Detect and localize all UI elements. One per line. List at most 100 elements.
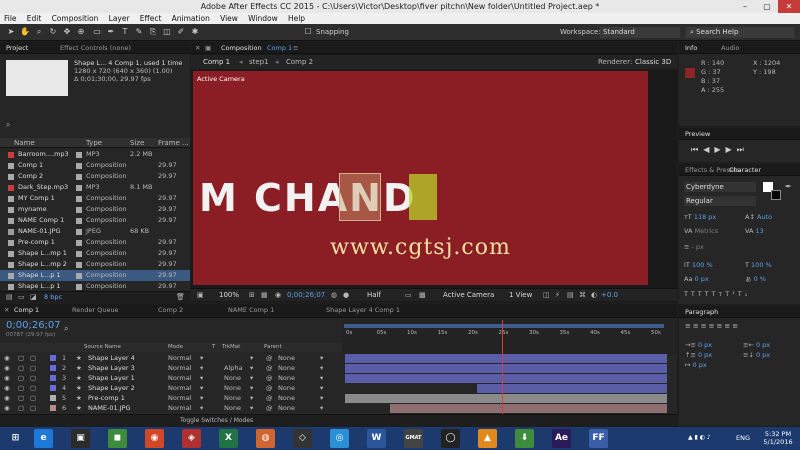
brush-tool-icon[interactable]: ✎ <box>134 27 144 37</box>
dropdown-chevron-icon[interactable]: ▾ <box>200 353 203 363</box>
layer-row[interactable]: ◉ ▢ ▢ 3 ★ Shape Layer 1 Normal ▾ None ▾ @ None ▾ <box>0 373 342 383</box>
panel-menu-icon[interactable]: ≡ <box>293 44 298 52</box>
small-caps-icon[interactable]: Tт <box>711 290 725 298</box>
layer-duration-bar[interactable] <box>345 393 667 403</box>
lock-icon[interactable]: ▢ <box>30 383 36 393</box>
layer-label-color[interactable] <box>50 355 56 361</box>
zoom-tool-icon[interactable]: ⌕ <box>34 27 44 37</box>
col-frame[interactable]: Frame ... <box>158 139 189 147</box>
project-item[interactable]: Shape L...mp 1 Composition 29.97 <box>0 248 190 259</box>
menu-effect[interactable]: Effect <box>136 13 166 24</box>
timeline-search-icon[interactable]: ⌕ <box>64 324 68 334</box>
solo-icon[interactable]: ▢ <box>18 403 24 413</box>
taskbar-app-icon[interactable]: ⬇ <box>515 429 534 448</box>
tray-icons[interactable]: ▲ ▮ ◐ ♪ <box>688 434 711 441</box>
dropdown-chevron-icon[interactable]: ▾ <box>200 373 203 383</box>
layer-mode[interactable]: Normal <box>168 403 192 413</box>
solo-icon[interactable]: ▢ <box>18 363 24 373</box>
tab-character[interactable]: Character <box>729 166 761 174</box>
search-help-input[interactable]: ⌕ Search Help <box>686 27 794 38</box>
layer-row[interactable]: ◉ ▢ ▢ 1 ★ Shape Layer 4 Normal ▾ ▾ @ None ▾ <box>0 353 342 363</box>
layer-mode[interactable]: Normal <box>168 373 192 383</box>
dropdown-chevron-icon[interactable]: ▾ <box>200 363 203 373</box>
dropdown-chevron-icon[interactable]: ▾ <box>250 403 253 413</box>
taskbar-app-icon[interactable]: ◍ <box>256 429 275 448</box>
col-parent[interactable]: Parent <box>264 344 282 350</box>
dropdown-chevron-icon[interactable]: ▾ <box>320 383 323 393</box>
align-center-icon[interactable]: ≡ <box>693 322 701 330</box>
tab-audio[interactable]: Audio <box>721 44 739 52</box>
menu-animation[interactable]: Animation <box>168 13 214 24</box>
selection-tool-icon[interactable]: ➤ <box>6 27 16 37</box>
horizontal-scale-value[interactable]: 100 % <box>751 261 772 269</box>
solo-icon[interactable]: ▢ <box>18 373 24 383</box>
lock-icon[interactable]: ▢ <box>30 403 36 413</box>
parent-pickwhip-icon[interactable]: @ <box>266 373 273 383</box>
taskbar-app-icon[interactable]: ◇ <box>293 429 312 448</box>
layer-trkmat[interactable]: None <box>224 373 241 383</box>
tracking-value[interactable]: 13 <box>756 227 764 235</box>
renderer-value[interactable]: Classic 3D <box>635 58 671 66</box>
camera-tool-icon[interactable]: ✥ <box>62 27 72 37</box>
rectangle-tool-icon[interactable]: ▭ <box>92 27 102 37</box>
exposure-value[interactable]: +0.0 <box>601 291 618 299</box>
layer-parent[interactable]: None <box>278 383 295 393</box>
layer-parent[interactable]: None <box>278 363 295 373</box>
transparency-grid-icon[interactable]: ▩ <box>419 291 426 299</box>
layer-row[interactable]: ◉ ▢ ▢ 2 ★ Shape Layer 3 Normal ▾ Alpha ▾ @ None ▾ <box>0 363 342 373</box>
col-trkmat[interactable]: TrkMat <box>222 344 240 350</box>
align-right-icon[interactable]: ≡ <box>701 322 709 330</box>
breadcrumb-step1[interactable]: step1 <box>249 58 269 66</box>
bpc-label[interactable]: 8 bpc <box>44 293 62 301</box>
project-item[interactable]: Barroom....mp3 MP3 2.2 MB <box>0 149 190 160</box>
menu-edit[interactable]: Edit <box>23 13 46 24</box>
camera-select[interactable]: Active Camera <box>443 291 494 299</box>
current-time-indicator[interactable] <box>502 320 503 414</box>
dropdown-chevron-icon[interactable]: ▾ <box>320 363 323 373</box>
taskbar-app-icon[interactable]: ◈ <box>182 429 201 448</box>
layer-trkmat[interactable]: None <box>224 403 241 413</box>
taskbar-app-icon[interactable]: ◎ <box>330 429 349 448</box>
layer-parent[interactable]: None <box>278 403 295 413</box>
menu-layer[interactable]: Layer <box>105 13 134 24</box>
vertical-scale-value[interactable]: 100 % <box>692 261 713 269</box>
parent-pickwhip-icon[interactable]: @ <box>266 353 273 363</box>
minimize-button[interactable]: – <box>734 0 756 13</box>
snapshot-icon[interactable]: ◉ <box>275 291 281 299</box>
project-item[interactable]: Shape L...mp 2 Composition 29.97 <box>0 259 190 270</box>
dropdown-chevron-icon[interactable]: ▾ <box>250 393 253 403</box>
dropdown-chevron-icon[interactable]: ▾ <box>250 363 253 373</box>
subscript-icon[interactable]: T₁ <box>738 290 751 298</box>
dropdown-chevron-icon[interactable]: ▾ <box>320 403 323 413</box>
taskbar-app-icon[interactable]: e <box>34 429 53 448</box>
composition-canvas[interactable]: Active Camera M CHAND www.cgtsj.com <box>193 71 648 285</box>
all-caps-icon[interactable]: TT <box>698 290 712 298</box>
parent-pickwhip-icon[interactable]: @ <box>266 363 273 373</box>
close-button[interactable]: ✕ <box>778 0 800 13</box>
project-search-icon[interactable]: ⌕ <box>6 120 10 130</box>
parent-pickwhip-icon[interactable]: @ <box>266 393 273 403</box>
taskbar-app-icon[interactable]: FF <box>589 429 608 448</box>
layer-parent[interactable]: None <box>278 373 295 383</box>
justify-all-icon[interactable]: ≡ <box>732 322 740 330</box>
preview-title[interactable]: Preview <box>685 130 710 138</box>
dropdown-chevron-icon[interactable]: ▾ <box>320 393 323 403</box>
col-mode[interactable]: Mode <box>168 344 183 350</box>
hand-tool-icon[interactable]: ✋ <box>20 27 30 37</box>
layer-mode[interactable]: Normal <box>168 363 192 373</box>
taskbar-app-icon[interactable]: W <box>367 429 386 448</box>
time-ruler[interactable]: 0s 05s 10s 15s 20s 25s 30s 35s 40s 45s 50s <box>342 320 677 354</box>
zoom-select[interactable]: 100% <box>219 291 239 299</box>
workspace-select[interactable]: Standard <box>600 27 680 38</box>
taskbar-app-icon[interactable]: ▣ <box>71 429 90 448</box>
dropdown-chevron-icon[interactable]: ▾ <box>250 383 253 393</box>
layer-duration-bar[interactable] <box>345 363 667 373</box>
layer-duration-bar[interactable] <box>345 353 667 363</box>
layer-label-color[interactable] <box>50 385 56 391</box>
taskbar-app-icon[interactable]: ◼ <box>108 429 127 448</box>
close-timeline-icon[interactable]: ✕ <box>4 306 9 314</box>
layer-label-color[interactable] <box>50 365 56 371</box>
timeline-timecode[interactable]: 0;00;26;07 <box>6 320 61 331</box>
project-item[interactable]: myname Composition 29.97 <box>0 204 190 215</box>
next-frame-icon[interactable]: ▶ <box>726 145 737 154</box>
